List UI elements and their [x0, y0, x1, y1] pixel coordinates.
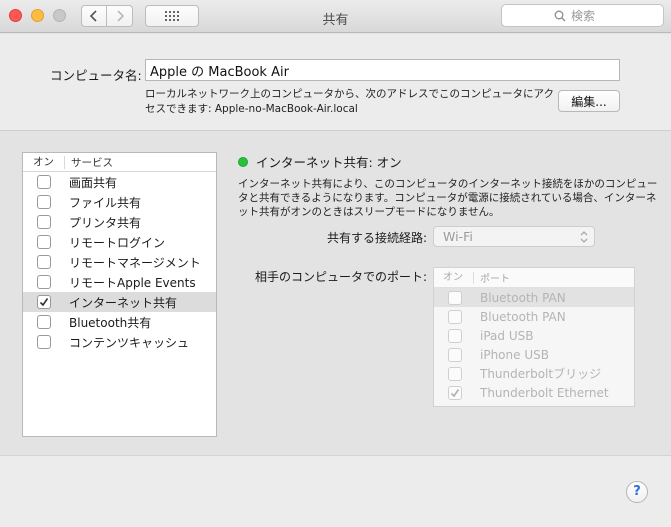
service-checkbox[interactable] [37, 255, 51, 269]
service-row[interactable]: リモートApple Events [23, 272, 216, 292]
help-button[interactable]: ? [626, 481, 648, 503]
port-checkbox[interactable] [448, 366, 462, 381]
title-bar: 共有 [0, 0, 671, 33]
computer-name-label: コンピュータ名: [50, 68, 142, 83]
computer-name-section: コンピュータ名: ローカルネットワーク上のコンピュータから、次のアドレスでこのコ… [0, 34, 671, 131]
checkmark-icon [39, 298, 49, 307]
ports-table-header: オン ポート [434, 268, 634, 288]
port-checkbox[interactable] [448, 309, 462, 324]
service-checkbox[interactable] [37, 275, 51, 289]
service-row[interactable]: インターネット共有 [23, 292, 216, 312]
service-list: オン サービス 画面共有ファイル共有 プリンタ共有リモートログインリモートマネージ… [22, 152, 217, 437]
service-description: インターネット共有により、このコンピュータのインターネット接続をほかのコンピュー… [238, 178, 658, 218]
port-row[interactable]: Bluetooth PAN [434, 288, 634, 307]
service-label: Bluetooth共有 [69, 315, 152, 330]
port-label: Bluetooth PAN [480, 309, 566, 324]
service-label: リモートマネージメント [69, 255, 201, 270]
port-label: iPhone USB [480, 347, 549, 362]
updown-arrows-icon [580, 231, 588, 243]
edit-button[interactable]: 編集... [558, 90, 620, 112]
service-checkbox[interactable] [37, 235, 51, 249]
port-row[interactable]: Thunderbolt Ethernet [434, 383, 634, 402]
port-checkbox[interactable] [448, 290, 462, 305]
search-input[interactable] [571, 8, 611, 23]
service-checkbox[interactable] [37, 195, 51, 209]
ports-column-header-on: オン [434, 271, 474, 284]
port-row[interactable]: Bluetooth PAN [434, 307, 634, 326]
connection-select[interactable]: Wi-Fi [433, 226, 595, 247]
status-indicator-icon [238, 156, 248, 167]
connection-value: Wi-Fi [443, 229, 473, 244]
service-checkbox[interactable] [37, 215, 51, 229]
column-header-on[interactable]: オン [23, 155, 65, 169]
service-row[interactable]: リモートログイン [23, 232, 216, 252]
service-row[interactable]: プリンタ共有 [23, 212, 216, 232]
service-row[interactable]: Bluetooth共有 [23, 312, 216, 332]
port-label: Thunderbolt Ethernet [480, 385, 609, 400]
ports-label: 相手のコンピュータでのポート: [255, 270, 428, 284]
service-label: リモートApple Events [69, 275, 196, 290]
computer-address-description: ローカルネットワーク上のコンピュータから、次のアドレスでこのコンピュータにアクセ… [145, 88, 554, 115]
service-list-header: オン サービス [23, 153, 216, 172]
port-row[interactable]: Thunderboltブリッジ [434, 364, 634, 383]
service-row[interactable]: 画面共有 [23, 172, 216, 192]
service-label: プリンタ共有 [69, 215, 142, 230]
ports-table: オン ポート Bluetooth PAN Bluetooth PAN iPad US… [433, 267, 635, 407]
service-checkbox[interactable] [37, 315, 51, 329]
checkmark-icon [450, 388, 460, 397]
bottom-bar [0, 456, 671, 527]
service-checkbox[interactable] [37, 295, 51, 309]
port-row[interactable]: iPad USB [434, 326, 634, 345]
computer-name-field[interactable] [145, 59, 620, 81]
service-checkbox[interactable] [37, 175, 51, 189]
port-label: iPad USB [480, 328, 534, 343]
service-row[interactable]: コンテンツキャッシュ [23, 332, 216, 352]
ports-column-header-port: ポート [480, 274, 510, 285]
port-row[interactable]: iPhone USB [434, 345, 634, 364]
service-label: ファイル共有 [69, 195, 142, 210]
service-label: リモートログイン [69, 235, 166, 250]
port-checkbox[interactable] [448, 328, 462, 343]
service-row[interactable]: リモートマネージメント [23, 252, 216, 272]
column-header-service[interactable]: サービス [65, 155, 113, 170]
service-label: インターネット共有 [69, 295, 178, 310]
sharing-status: インターネット共有: オン [238, 152, 402, 171]
status-label: インターネット共有: オン [256, 155, 402, 170]
service-label: 画面共有 [69, 175, 118, 190]
service-label: コンテンツキャッシュ [69, 335, 190, 350]
search-icon [554, 10, 566, 21]
connection-label: 共有する接続経路: [327, 231, 428, 245]
port-label: Thunderboltブリッジ [480, 367, 602, 381]
port-label: Bluetooth PAN [480, 290, 566, 305]
port-checkbox[interactable] [448, 385, 462, 400]
service-row[interactable]: ファイル共有 [23, 192, 216, 212]
port-checkbox[interactable] [448, 347, 462, 362]
search-field[interactable] [501, 4, 664, 27]
service-checkbox[interactable] [37, 335, 51, 349]
